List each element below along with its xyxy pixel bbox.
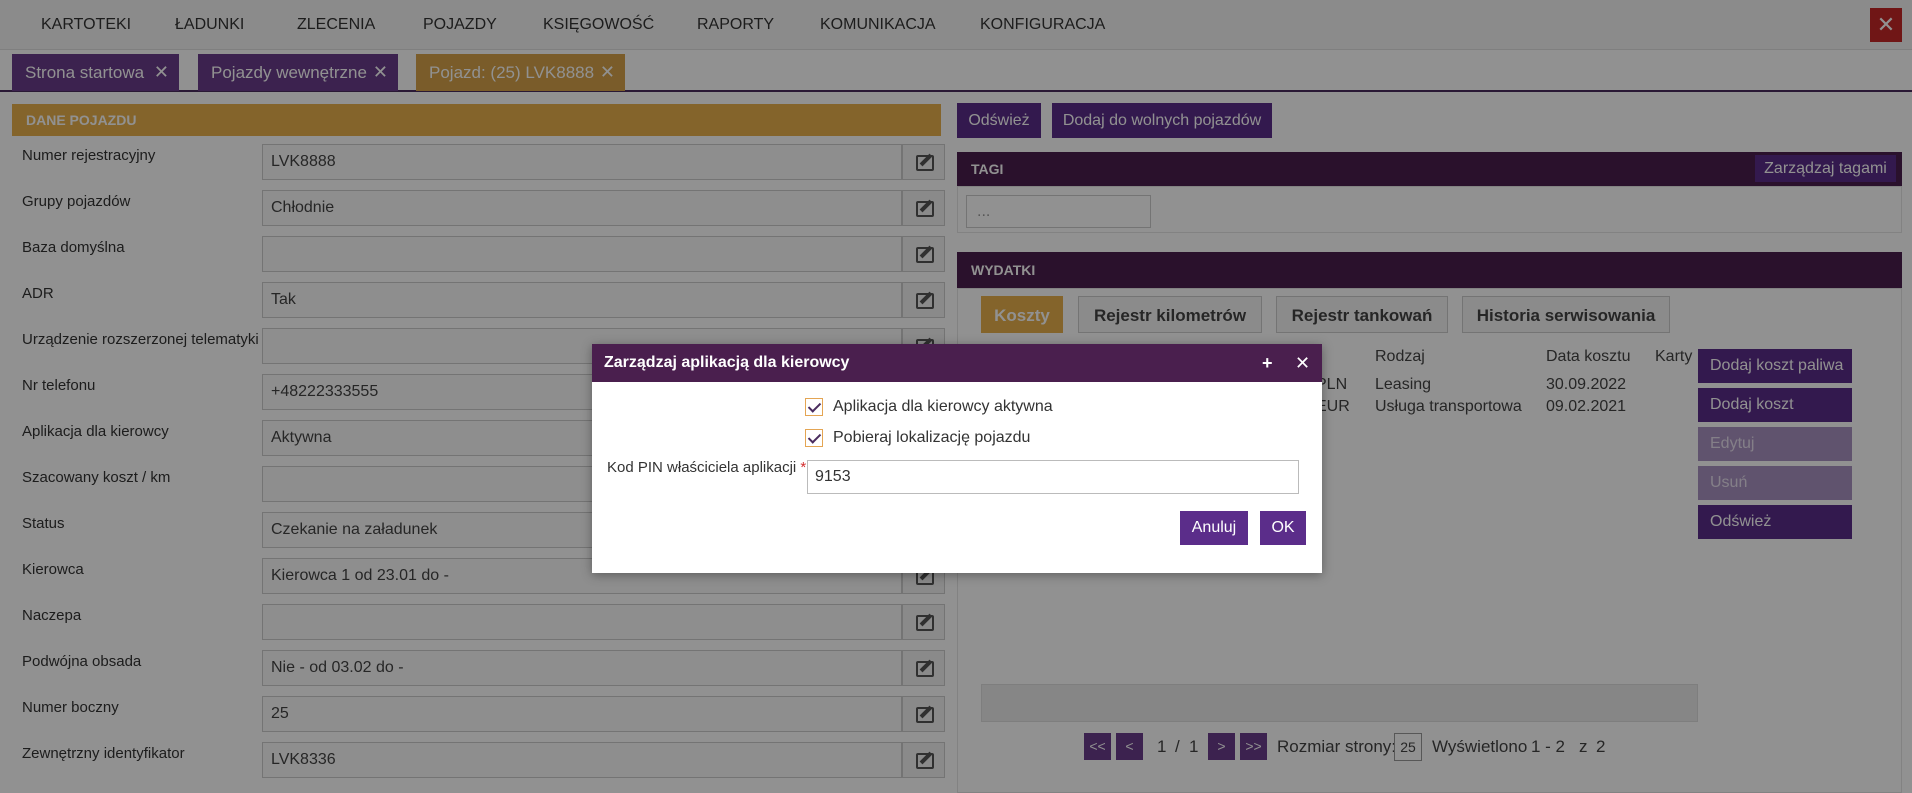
maximize-icon[interactable]: +	[1262, 344, 1273, 382]
pin-label: Kod PIN właściciela aplikacji *	[607, 459, 806, 476]
checkbox-checked[interactable]	[805, 398, 823, 416]
close-icon[interactable]: ✕	[1295, 344, 1310, 382]
cancel-button[interactable]: Anuluj	[1180, 511, 1248, 545]
pin-input[interactable]: 9153	[807, 460, 1299, 494]
checkbox-checked[interactable]	[805, 429, 823, 447]
driver-app-dialog: Zarządzaj aplikacją dla kierowcy + ✕ Apl…	[592, 344, 1322, 573]
ok-button[interactable]: OK	[1260, 511, 1306, 545]
pin-label-text: Kod PIN właściciela aplikacji	[607, 459, 797, 476]
dialog-title: Zarządzaj aplikacją dla kierowcy	[592, 344, 1322, 382]
required-marker: *	[800, 459, 807, 476]
checkbox-label: Pobieraj lokalizację pojazdu	[833, 429, 1031, 446]
checkbox-label: Aplikacja dla kierowcy aktywna	[833, 398, 1053, 415]
